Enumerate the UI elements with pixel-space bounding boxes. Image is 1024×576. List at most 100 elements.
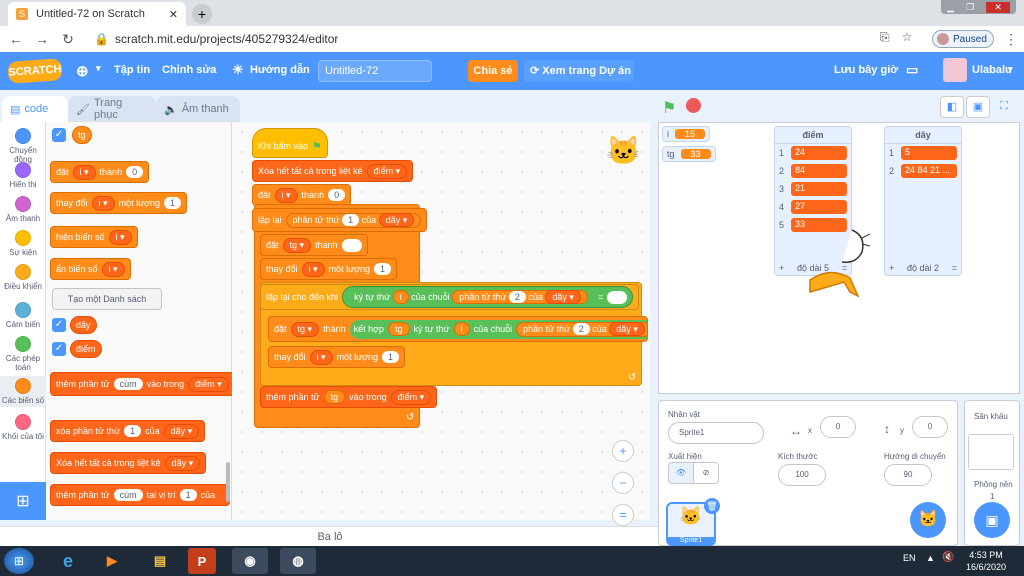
value-input[interactable]: 2 <box>572 322 590 335</box>
palette-change-block[interactable]: thay đổi i ▾ một lượng 1 <box>50 192 188 214</box>
browser-tab[interactable]: S Untitled-72 on Scratch ✕ <box>8 2 186 26</box>
value-input[interactable]: 1 <box>124 425 142 437</box>
reload-icon[interactable]: ↻ <box>60 31 76 48</box>
save-now-link[interactable]: Lưu bây giờ <box>834 64 898 76</box>
palette-show-var-block[interactable]: hiện biến số i ▾ <box>50 226 138 248</box>
var-dropdown[interactable]: i ▾ <box>72 164 96 180</box>
translate-icon[interactable]: ⎘ <box>880 30 890 45</box>
browser-app-icon[interactable]: ◍ <box>280 548 316 574</box>
reporter-tg[interactable]: tg <box>72 126 92 144</box>
delete-sprite-icon[interactable]: 🗑 <box>704 498 720 514</box>
palette-scrollbar[interactable] <box>226 462 230 502</box>
backpack[interactable]: Ba lô <box>0 526 660 546</box>
palette-hide-var-block[interactable]: ẩn biến số i ▾ <box>50 258 131 280</box>
value-input[interactable]: cùm <box>113 378 143 390</box>
set-tg-block[interactable]: đặt tg ▾ thành <box>260 234 368 256</box>
sprite-name-input[interactable]: Sprite1 <box>668 422 764 444</box>
globe-icon[interactable]: ⊕ <box>76 62 89 80</box>
add-backdrop-button[interactable]: ▣ <box>974 502 1010 538</box>
category-sound[interactable]: Âm thanh <box>0 196 46 223</box>
item-value[interactable]: 24 <box>791 146 847 160</box>
item-of-list-reporter[interactable]: phần tử thứ 2 của dãy ▾ <box>452 289 588 304</box>
reporter-list-day[interactable]: dãy <box>70 316 97 334</box>
see-project-page-button[interactable]: ⟳ Xem trang Dự án <box>524 60 634 82</box>
y-input[interactable]: 0 <box>912 416 948 438</box>
menu-tutorials[interactable]: Hướng dẫn <box>250 64 310 76</box>
volume-icon[interactable]: 🔇 <box>942 552 954 563</box>
add-extension-button[interactable]: ⊞ <box>0 482 46 520</box>
close-window-icon[interactable]: ✕ <box>986 1 1010 13</box>
change-i-inner-block[interactable]: thay đổi i ▾ một lượng 1 <box>268 346 406 368</box>
value-input[interactable]: 1 <box>374 263 392 275</box>
make-list-button[interactable]: Tạo một Danh sách <box>52 288 162 310</box>
list-monitor-day[interactable]: dãy 15 2 24 84 21 ... + độ dài 2 = <box>884 126 962 276</box>
list-dropdown[interactable]: điểm ▾ <box>390 389 432 405</box>
join-operator[interactable]: kết hợp tg ký tự thứ i của chuỗi phần tử thứ … <box>349 319 647 339</box>
new-tab-button[interactable]: + <box>192 4 212 24</box>
list-dropdown[interactable]: dãy ▾ <box>609 321 645 336</box>
list-dropdown[interactable]: điểm ▾ <box>188 376 229 392</box>
powerpoint-icon[interactable]: P <box>188 548 216 574</box>
address-bar[interactable]: 🔒 scratch.mit.edu/projects/405279324/edit… <box>94 32 338 46</box>
tray-arrow-icon[interactable]: ▲ <box>926 553 935 563</box>
item-value[interactable]: 5 <box>901 146 957 160</box>
x-input[interactable]: 0 <box>820 416 856 438</box>
browser-menu-icon[interactable]: ⋮ <box>1004 31 1018 48</box>
direction-input[interactable]: 90 <box>884 464 932 486</box>
green-flag-button[interactable]: ⚑ <box>662 98 676 118</box>
var-dropdown[interactable]: tg ▾ <box>282 237 312 253</box>
category-motion[interactable]: Chuyển động <box>0 128 46 164</box>
category-my-blocks[interactable]: Khối của tôi <box>0 414 46 441</box>
value-input[interactable]: 1 <box>164 197 182 209</box>
windows-start-icon[interactable]: ⊞ <box>4 548 34 574</box>
zoom-in-icon[interactable]: + <box>612 440 634 462</box>
category-control[interactable]: Điều khiển <box>0 264 46 291</box>
reporter-list-diem[interactable]: điểm <box>70 340 102 358</box>
value-input[interactable]: 2 <box>508 290 526 303</box>
value-input[interactable] <box>607 290 628 304</box>
item-of-list-reporter[interactable]: phần tử thứ 2 của dãy ▾ <box>516 321 647 337</box>
var-i-reporter[interactable]: i <box>392 289 409 304</box>
value-input[interactable]: 0 <box>328 189 346 201</box>
palette-delete-all-block[interactable]: Xóa hết tất cả trong liệt kê dãy ▾ <box>50 452 207 474</box>
list-dropdown[interactable]: dãy ▾ <box>545 289 581 304</box>
category-events[interactable]: Sự kiện <box>0 230 46 257</box>
scratch-logo[interactable]: SCRATCH <box>7 58 63 84</box>
file-explorer-icon[interactable]: ▤ <box>142 548 178 574</box>
add-item-button[interactable]: + <box>779 263 784 273</box>
var-dropdown[interactable]: i ▾ <box>91 195 115 211</box>
var-tg-reporter[interactable]: tg <box>323 390 346 404</box>
tab-code[interactable]: ▤ code <box>2 96 68 122</box>
add-tg-to-diem-block[interactable]: thêm phần tử tg vào trong điểm ▾ <box>260 386 438 408</box>
value-input[interactable]: cùm <box>113 489 143 501</box>
position-input[interactable]: 1 <box>179 489 197 501</box>
monitor-tg[interactable]: tg 33 <box>662 146 716 162</box>
repeat-until-block[interactable]: lặp lại cho đến khi ký tự thứ i của chuỗ… <box>260 284 640 310</box>
list-dropdown[interactable]: dãy ▾ <box>163 423 200 439</box>
palette-set-block[interactable]: đặt i ▾ thành 0 <box>50 161 150 183</box>
tab-costumes[interactable]: 🖌 Trang phục <box>68 96 156 122</box>
list-dropdown[interactable]: điểm ▾ <box>366 163 408 179</box>
var-dropdown[interactable]: tg ▾ <box>290 321 320 337</box>
clock[interactable]: 4:53 PM 16/6/2020 <box>966 549 1006 573</box>
share-button[interactable]: Chia sẻ <box>468 60 518 82</box>
username[interactable]: Ulabalu <box>972 64 1012 76</box>
internet-explorer-icon[interactable]: e <box>50 548 86 574</box>
language-indicator[interactable]: EN <box>903 553 916 563</box>
user-avatar[interactable] <box>943 58 967 82</box>
palette-add-to-list-block[interactable]: thêm phần tử cùm vào trong điểm ▾ <box>50 372 235 396</box>
value-input[interactable]: 1 <box>382 351 400 363</box>
backdrop-thumbnail[interactable] <box>968 434 1014 470</box>
letter-of-reporter[interactable]: ký tự thứ i của chuỗi phần tử thứ 2 của … <box>348 289 594 304</box>
add-item-button[interactable]: + <box>889 263 894 273</box>
var-dropdown[interactable]: i ▾ <box>108 229 132 245</box>
item-of-list-reporter[interactable]: phần tử thứ 1 của dãy ▾ <box>285 212 422 228</box>
checkbox-tg[interactable]: ✓ <box>52 128 66 142</box>
show-visible-icon[interactable]: 👁 <box>668 462 694 484</box>
forward-icon[interactable]: → <box>34 31 50 47</box>
category-variables[interactable]: Các biến số <box>0 376 46 407</box>
delete-all-of-list-block[interactable]: Xóa hết tất cả trong liệt kê điểm ▾ <box>252 160 414 182</box>
equals-operator[interactable]: ký tự thứ i của chuỗi phần tử thứ 2 của … <box>342 286 634 308</box>
hide-icon[interactable]: ⊘ <box>693 462 719 484</box>
item-value[interactable]: 21 <box>791 182 847 196</box>
